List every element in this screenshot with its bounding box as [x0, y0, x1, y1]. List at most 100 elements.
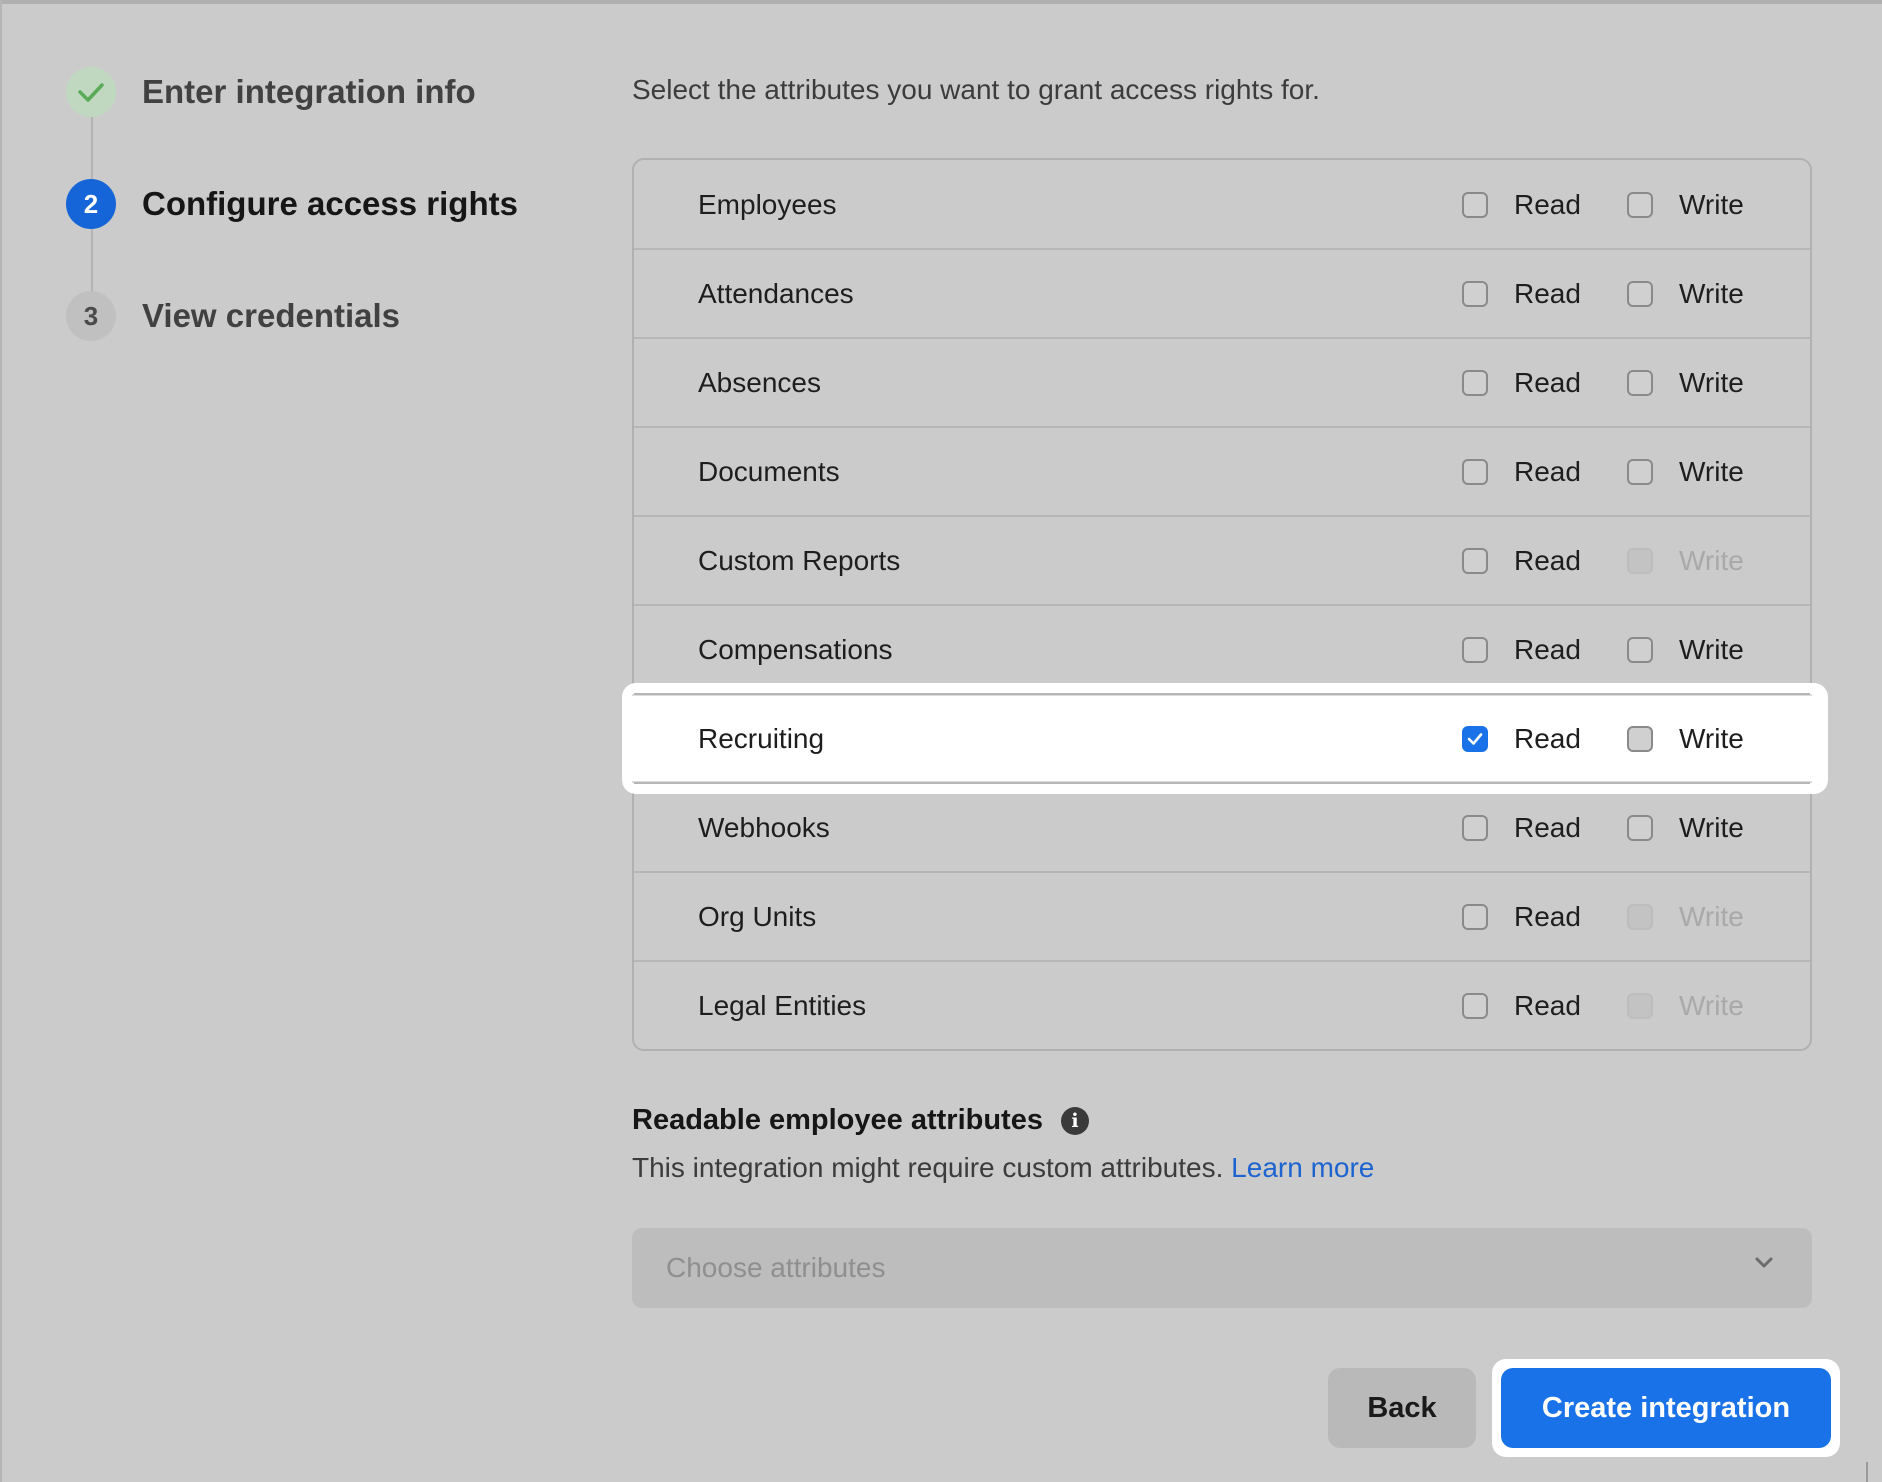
read-label: Read [1514, 811, 1581, 843]
read-checkbox[interactable] [1462, 369, 1488, 396]
write-checkbox[interactable] [1627, 369, 1653, 396]
read-label: Read [1514, 900, 1581, 932]
attribute-name: Compensations [698, 633, 893, 665]
permission-row: Custom Reports Read Write [632, 516, 1812, 605]
window-left-border [0, 0, 2, 1482]
step-number: 2 [66, 179, 116, 229]
write-permission: Write [1627, 986, 1744, 1026]
read-permission[interactable]: Read [1462, 363, 1581, 403]
write-checkbox[interactable] [1627, 814, 1653, 841]
attribute-name: Legal Entities [698, 989, 867, 1021]
write-checkbox[interactable] [1627, 458, 1653, 485]
step-enter-integration-info[interactable]: Enter integration info [66, 67, 476, 117]
read-permission[interactable]: Read [1462, 808, 1581, 848]
checkmark-icon [1467, 732, 1483, 745]
attribute-name: Recruiting [698, 722, 825, 754]
create-integration-button[interactable]: Create integration [1501, 1368, 1831, 1448]
step-label: Enter integration info [142, 73, 476, 110]
attribute-name: Attendances [698, 277, 854, 309]
instructions-text: Select the attributes you want to grant … [632, 74, 1320, 105]
select-placeholder: Choose attributes [666, 1252, 886, 1283]
write-label: Write [1679, 188, 1744, 220]
attribute-name: Documents [698, 455, 840, 487]
read-checkbox[interactable] [1462, 992, 1488, 1019]
permission-row: Recruiting Read Write [632, 694, 1812, 783]
attribute-name: Org Units [698, 900, 817, 932]
write-permission[interactable]: Write [1627, 719, 1744, 759]
read-checkbox[interactable] [1462, 636, 1488, 663]
section-description: This integration might require custom at… [632, 1152, 1374, 1184]
read-permission[interactable]: Read [1462, 630, 1581, 670]
attribute-name: Employees [698, 188, 837, 220]
description-text: This integration might require custom at… [632, 1152, 1224, 1183]
attribute-name: Absences [698, 366, 821, 398]
info-icon[interactable]: i [1060, 1106, 1089, 1135]
step-connector [91, 117, 93, 180]
write-permission[interactable]: Write [1627, 185, 1744, 225]
read-label: Read [1514, 188, 1581, 220]
write-label: Write [1679, 366, 1744, 398]
write-permission: Write [1627, 897, 1744, 937]
read-permission[interactable]: Read [1462, 452, 1581, 492]
read-label: Read [1514, 722, 1581, 754]
read-label: Read [1514, 989, 1581, 1021]
section-title: Readable employee attributes [632, 1104, 1043, 1136]
write-checkbox[interactable] [1627, 191, 1653, 218]
window-resize-edge [1866, 1462, 1882, 1482]
read-permission[interactable]: Read [1462, 541, 1581, 581]
read-permission[interactable]: Read [1462, 719, 1581, 759]
window-top-border [0, 0, 1882, 4]
permission-row: Employees Read Write [632, 160, 1812, 249]
permission-row: Documents Read Write [632, 427, 1812, 516]
step-label: Configure access rights [142, 185, 518, 222]
chevron-down-icon [1755, 1257, 1773, 1268]
write-label: Write [1679, 544, 1744, 576]
read-checkbox[interactable] [1462, 814, 1488, 841]
write-permission[interactable]: Write [1627, 808, 1744, 848]
write-checkbox[interactable] [1627, 636, 1653, 663]
step-connector [91, 229, 93, 292]
write-label: Write [1679, 633, 1744, 665]
read-label: Read [1514, 366, 1581, 398]
permission-row: Attendances Read Write [632, 249, 1812, 338]
choose-attributes-select[interactable]: Choose attributes [632, 1228, 1812, 1308]
write-permission[interactable]: Write [1627, 363, 1744, 403]
read-label: Read [1514, 544, 1581, 576]
write-label: Write [1679, 900, 1744, 932]
write-label: Write [1679, 277, 1744, 309]
read-permission[interactable]: Read [1462, 897, 1581, 937]
readable-attributes-heading: Readable employee attributes i [632, 1104, 1089, 1137]
permission-row: Compensations Read Write [632, 605, 1812, 694]
read-label: Read [1514, 277, 1581, 309]
write-checkbox [1627, 992, 1653, 1019]
permission-row: Legal Entities Read Write [632, 961, 1812, 1050]
read-checkbox[interactable] [1462, 547, 1488, 574]
step-configure-access-rights[interactable]: 2 Configure access rights [66, 179, 518, 229]
write-checkbox[interactable] [1627, 725, 1653, 752]
read-permission[interactable]: Read [1462, 986, 1581, 1026]
step-number: 3 [66, 291, 116, 341]
write-permission[interactable]: Write [1627, 452, 1744, 492]
write-checkbox [1627, 547, 1653, 574]
read-permission[interactable]: Read [1462, 274, 1581, 314]
write-label: Write [1679, 455, 1744, 487]
back-button[interactable]: Back [1328, 1368, 1476, 1448]
write-label: Write [1679, 989, 1744, 1021]
write-label: Write [1679, 811, 1744, 843]
write-permission[interactable]: Write [1627, 630, 1744, 670]
read-checkbox[interactable] [1462, 903, 1488, 930]
write-label: Write [1679, 722, 1744, 754]
permission-row: Absences Read Write [632, 338, 1812, 427]
write-checkbox[interactable] [1627, 280, 1653, 307]
step-view-credentials[interactable]: 3 View credentials [66, 291, 400, 341]
read-permission[interactable]: Read [1462, 185, 1581, 225]
read-label: Read [1514, 633, 1581, 665]
read-checkbox[interactable] [1462, 458, 1488, 485]
write-checkbox [1627, 903, 1653, 930]
write-permission[interactable]: Write [1627, 274, 1744, 314]
read-checkbox[interactable] [1462, 191, 1488, 218]
permission-row: Org Units Read Write [632, 872, 1812, 961]
learn-more-link[interactable]: Learn more [1231, 1152, 1374, 1183]
read-checkbox[interactable] [1462, 280, 1488, 307]
read-checkbox[interactable] [1462, 725, 1488, 752]
